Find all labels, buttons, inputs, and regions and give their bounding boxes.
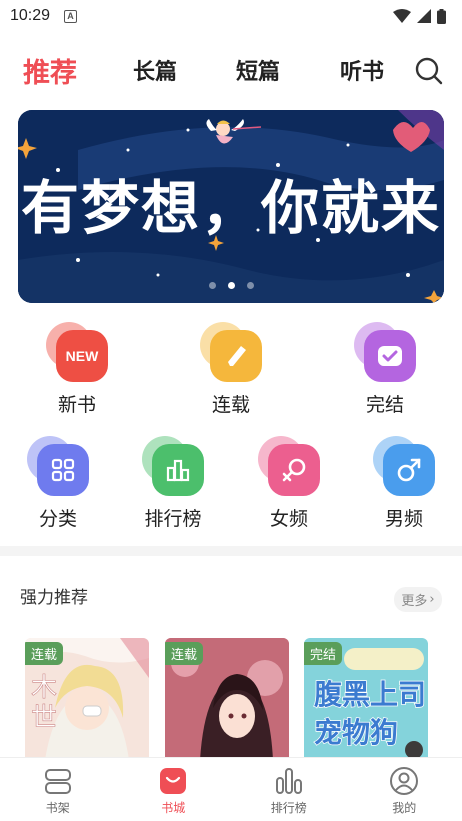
banner-carousel[interactable]: 有梦想，你就来 <box>18 110 444 303</box>
check-icon <box>352 322 418 384</box>
svg-text:宠物狗: 宠物狗 <box>314 716 398 749</box>
svg-text:世: 世 <box>31 703 57 733</box>
book-status-badge: 连载 <box>165 642 204 665</box>
section-divider <box>0 546 462 556</box>
svg-text:木: 木 <box>31 673 57 703</box>
category-ranking[interactable]: 排行榜 <box>123 436 223 531</box>
more-label: 更多 <box>401 594 428 609</box>
bookstore-icon <box>160 768 187 794</box>
nav-bookshelf[interactable]: 书架 <box>0 758 116 821</box>
pencil-icon <box>198 322 264 384</box>
category-label: 分类 <box>38 508 77 530</box>
book-card[interactable]: 连载 <box>165 638 289 760</box>
grid-icon <box>25 436 91 498</box>
bottom-navigation: 书架 书城 排行榜 我的 <box>0 757 462 821</box>
nav-ranking[interactable]: 排行榜 <box>231 758 347 821</box>
carousel-dot[interactable] <box>246 282 254 289</box>
top-tabs: 推荐 长篇 短篇 听书 <box>0 40 462 100</box>
category-serializing[interactable]: 连载 <box>181 322 281 417</box>
category-label: 连载 <box>211 394 250 416</box>
new-icon: NEW <box>44 322 110 384</box>
category-male[interactable]: 男频 <box>354 436 454 531</box>
search-button[interactable] <box>413 55 445 87</box>
female-icon <box>256 436 322 498</box>
category-label: 完结 <box>365 394 404 416</box>
tab-short[interactable]: 短篇 <box>236 54 280 86</box>
banner-artwork: 有梦想，你就来 <box>18 110 444 303</box>
nav-label: 排行榜 <box>270 801 307 815</box>
notification-icon: A <box>64 9 78 23</box>
search-icon <box>415 57 443 85</box>
tab-audio[interactable]: 听书 <box>340 54 384 86</box>
nav-profile[interactable]: 我的 <box>347 758 462 821</box>
book-card[interactable]: 腹黑上司 宠物狗 完结 <box>304 638 428 760</box>
ranking-icon <box>275 768 302 794</box>
svg-text:腹黑上司: 腹黑上司 <box>314 678 426 711</box>
category-label: 男频 <box>384 508 423 530</box>
carousel-dot[interactable] <box>208 282 216 289</box>
nav-label: 书架 <box>45 801 70 815</box>
nav-bookstore[interactable]: 书城 <box>116 758 232 821</box>
wifi-icon <box>393 9 411 23</box>
tab-recommend[interactable]: 推荐 <box>23 51 77 90</box>
profile-icon <box>390 767 419 795</box>
book-status-badge: 连载 <box>25 642 64 665</box>
carousel-dots <box>18 282 444 289</box>
nav-label: 我的 <box>392 801 417 815</box>
category-female[interactable]: 女频 <box>239 436 339 531</box>
book-status-badge: 完结 <box>304 642 343 665</box>
category-label: 新书 <box>57 394 96 416</box>
more-button[interactable]: 更多 › <box>394 587 442 612</box>
bookshelf-icon <box>44 769 71 794</box>
category-classify[interactable]: 分类 <box>8 436 108 531</box>
battery-icon <box>437 8 446 24</box>
carousel-dot-active[interactable] <box>227 282 235 289</box>
bar-chart-icon <box>140 436 206 498</box>
category-label: 排行榜 <box>144 508 202 530</box>
status-icons <box>393 8 446 24</box>
tab-long[interactable]: 长篇 <box>133 54 177 86</box>
signal-icon <box>417 9 431 23</box>
chevron-right-icon: › <box>429 592 435 607</box>
status-bar: 10:29 A <box>0 0 462 32</box>
nav-label: 书城 <box>161 801 186 815</box>
banner-title: 有梦想，你就来 <box>21 174 441 242</box>
male-icon <box>371 436 437 498</box>
book-card[interactable]: 木 世 连载 <box>25 638 149 760</box>
category-new-books[interactable]: NEW 新书 <box>27 322 127 417</box>
category-completed[interactable]: 完结 <box>335 322 435 417</box>
section-title: 强力推荐 <box>20 588 88 608</box>
category-label: 女频 <box>269 508 308 530</box>
status-time: 10:29 <box>10 7 51 24</box>
